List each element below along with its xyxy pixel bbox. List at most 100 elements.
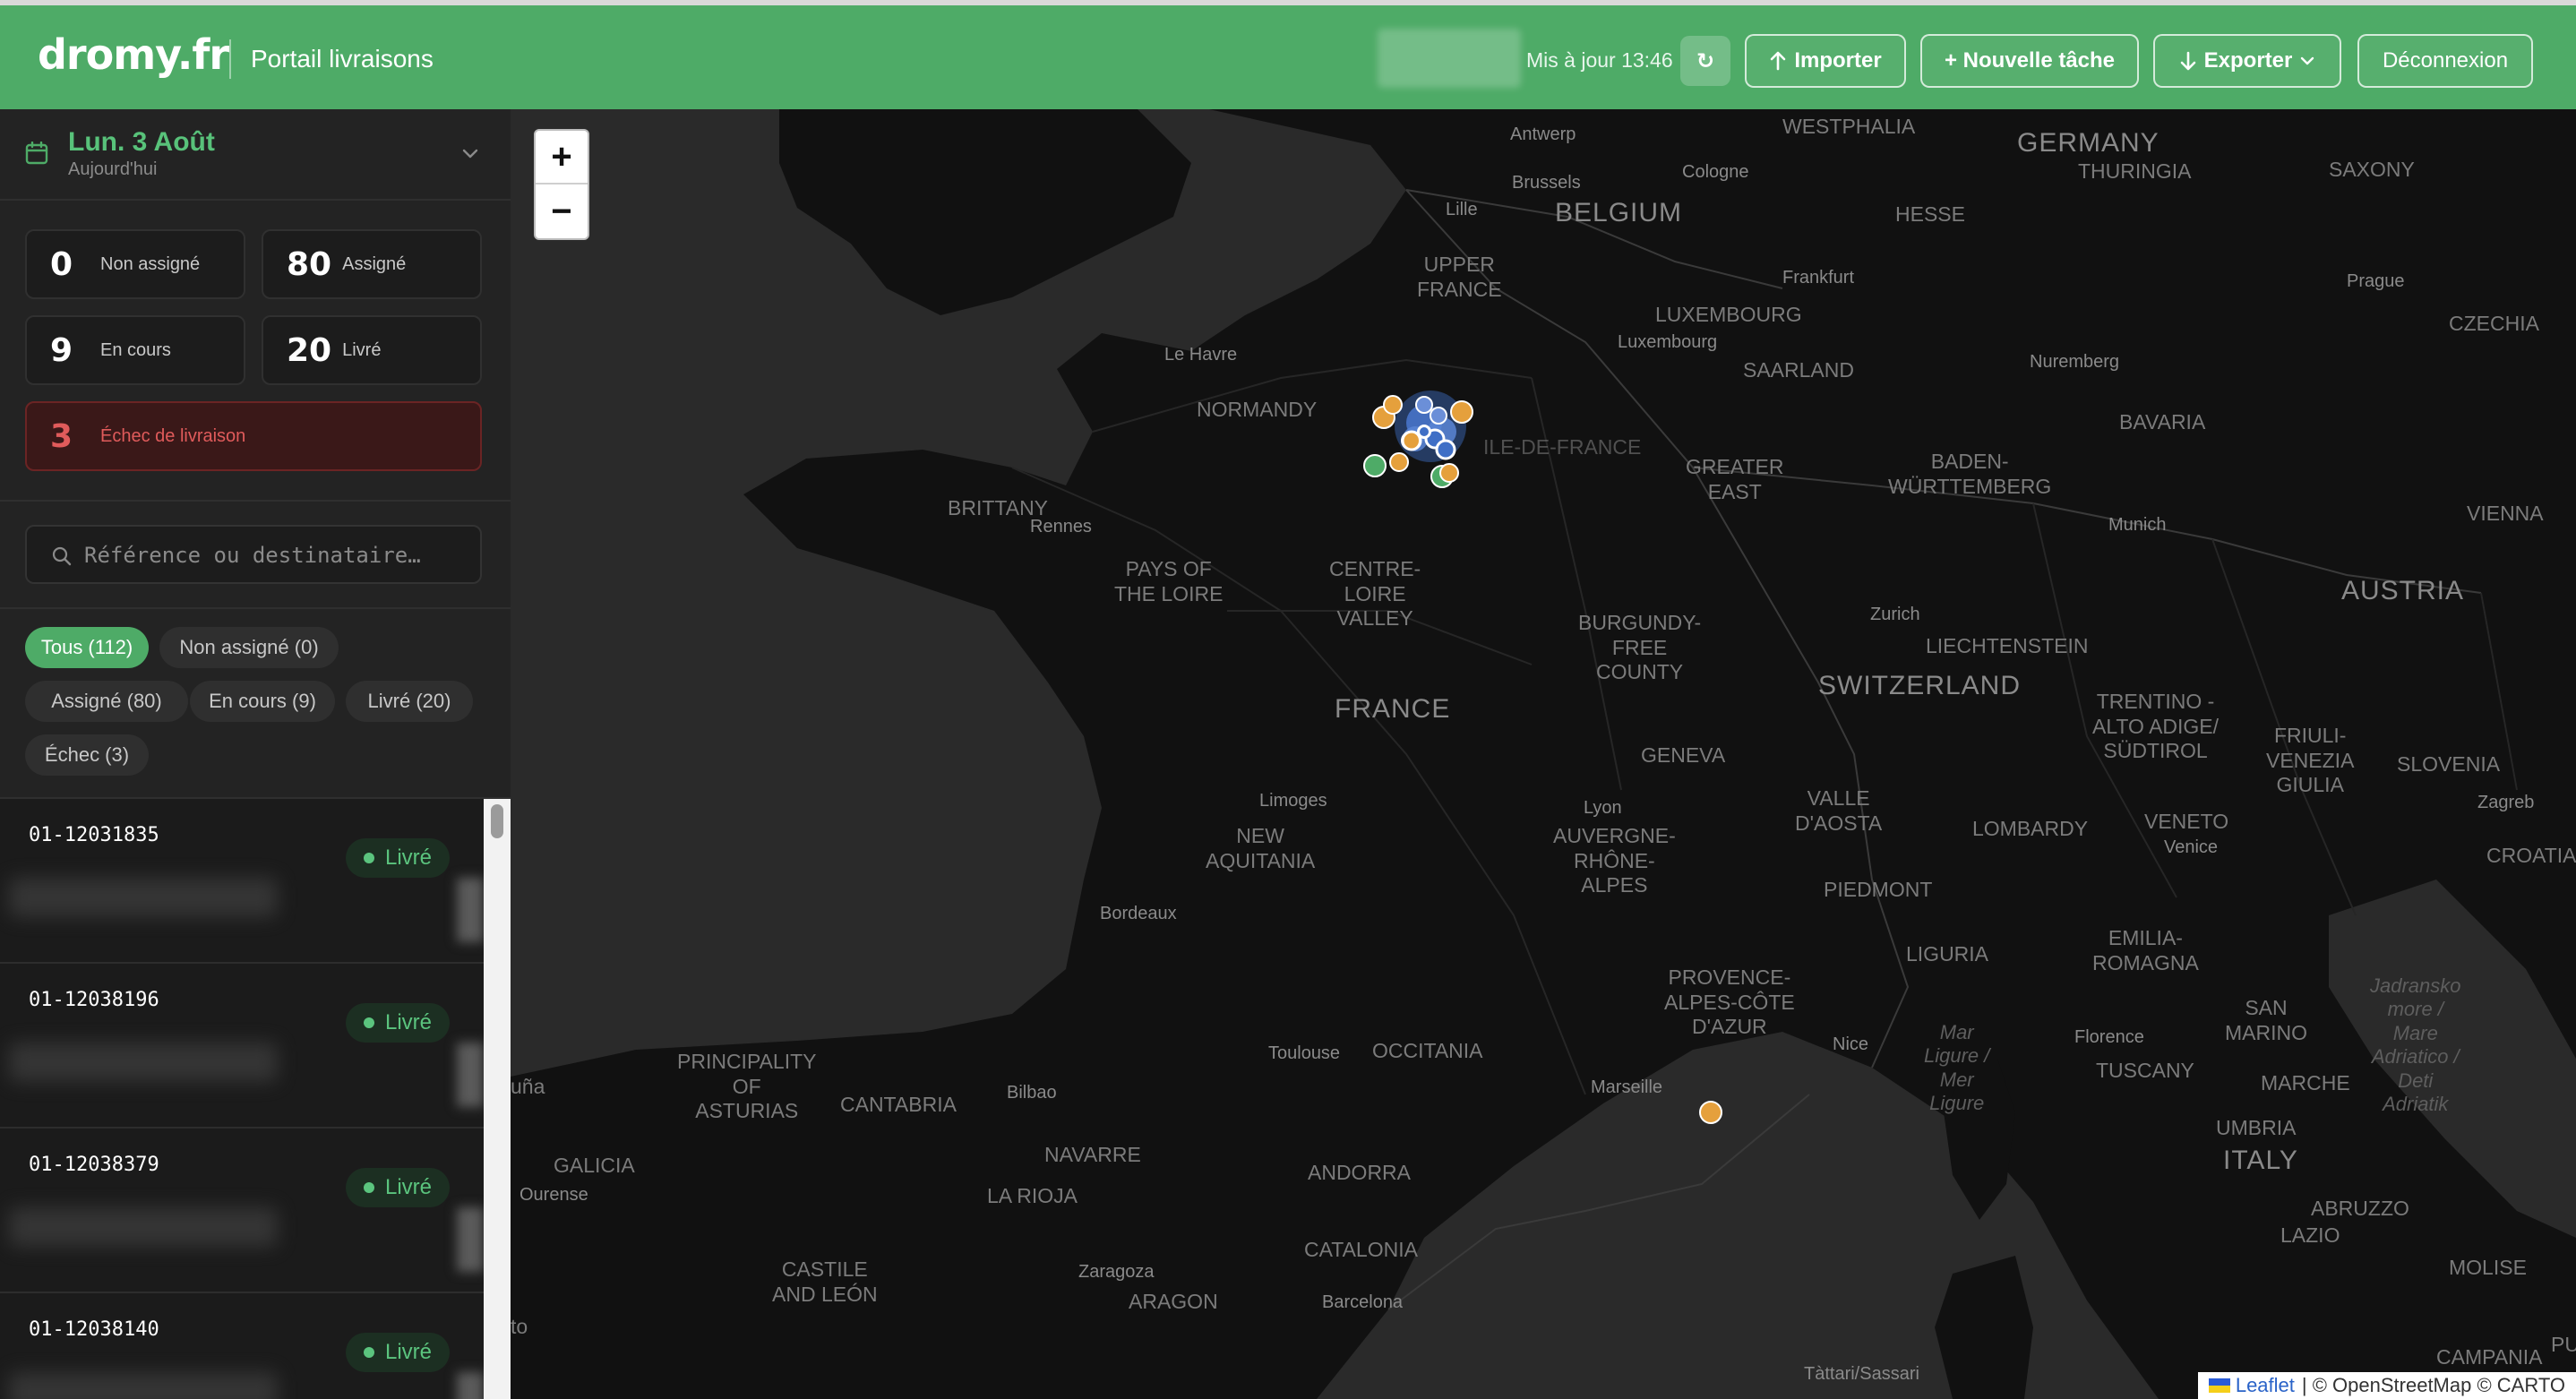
map-label: UPPER FRANCE <box>1417 253 1502 301</box>
map-label: LOMBARDY <box>1972 817 2089 840</box>
stat-in-progress[interactable]: 9 En cours <box>25 315 245 385</box>
map-label: MOLISE <box>2449 1256 2527 1279</box>
marker-marseille[interactable] <box>1699 1101 1722 1124</box>
zoom-in-button[interactable]: + <box>536 131 588 185</box>
export-button[interactable]: Exporter <box>2153 34 2341 88</box>
search-input[interactable] <box>84 534 469 577</box>
map-label: Cologne <box>1682 162 1749 182</box>
arrow-up-icon <box>1771 51 1786 71</box>
map-label: LA RIOJA <box>987 1184 1078 1207</box>
filter-in-progress[interactable]: En cours (9) <box>190 681 335 722</box>
scroll-thumb[interactable] <box>491 804 503 838</box>
filter-failed[interactable]: Échec (3) <box>25 734 149 776</box>
map-label: GENEVA <box>1641 743 1726 767</box>
marker[interactable] <box>1415 396 1433 414</box>
stat-value: 20 <box>287 331 332 369</box>
filter-assigned[interactable]: Assigné (80) <box>25 681 188 722</box>
map-label: Munich <box>2108 515 2167 535</box>
redacted-recipient <box>9 878 278 917</box>
redacted-side-info <box>457 1372 484 1399</box>
new-task-button[interactable]: + Nouvelle tâche <box>1920 34 2139 88</box>
zoom-out-button[interactable]: − <box>536 185 588 238</box>
filter-all[interactable]: Tous (112) <box>25 627 149 668</box>
stat-delivered[interactable]: 20 Livré <box>262 315 482 385</box>
map-label: UMBRIA <box>2216 1116 2297 1139</box>
marker[interactable] <box>1439 463 1459 483</box>
list-item[interactable]: 01-12031835 Livré <box>0 799 484 964</box>
map-label: ANDORRA <box>1308 1161 1412 1184</box>
refresh-icon: ↻ <box>1696 48 1715 73</box>
list-item[interactable]: 01-12038379 Livré <box>0 1129 484 1293</box>
map-label: Ourense <box>519 1185 588 1205</box>
stat-value: 0 <box>50 245 73 283</box>
map-label: BURGUNDY- FREE COUNTY <box>1578 611 1702 684</box>
stat-unassigned[interactable]: 0 Non assigné <box>25 229 245 299</box>
map-label: Limoges <box>1259 791 1327 811</box>
delivery-list: 01-12031835 Livré 01-12038196 Livré 01-1… <box>0 799 484 1399</box>
list-scrollbar[interactable] <box>484 799 511 1399</box>
map-attribution: Leaflet | © OpenStreetMap © CARTO <box>2197 1372 2576 1399</box>
map-label: Tàttari/Sassari <box>1804 1364 1919 1384</box>
export-button-label: Exporter <box>2203 48 2293 73</box>
leaflet-link[interactable]: Leaflet <box>2236 1374 2295 1397</box>
map-label: SAXONY <box>2329 158 2415 181</box>
redacted-side-info <box>457 878 484 942</box>
map-label: Zagreb <box>2477 793 2535 812</box>
map-label: SAARLAND <box>1743 358 1854 382</box>
status-label: Livré <box>384 1010 433 1034</box>
map-label: LIECHTENSTEIN <box>1926 634 2089 657</box>
filter-unassigned[interactable]: Non assigné (0) <box>159 627 339 668</box>
map-label: CENTRE- LOIRE VALLEY <box>1329 557 1421 631</box>
map-label: SLOVENIA <box>2397 752 2501 776</box>
import-button[interactable]: Importer <box>1745 34 1906 88</box>
stat-label: En cours <box>100 339 171 360</box>
divider <box>0 607 511 609</box>
map-label: BELGIUM <box>1555 198 1683 227</box>
map-label: AUSTRIA <box>2341 576 2465 605</box>
marker[interactable] <box>1450 400 1473 424</box>
marker[interactable] <box>1363 454 1387 477</box>
header-separator <box>229 39 231 79</box>
marker[interactable] <box>1383 395 1403 415</box>
map-label: Lyon <box>1584 798 1622 818</box>
list-item[interactable]: 01-12038196 Livré <box>0 964 484 1129</box>
map-label: CAMPANIA <box>2436 1345 2543 1369</box>
map-label: GERMANY <box>2017 128 2160 158</box>
map-label: EMILIA- ROMAGNA <box>2092 926 2199 974</box>
map-label: PIEDMONT <box>1824 878 1933 901</box>
status-label: Livré <box>384 1340 433 1364</box>
status-label: Livré <box>384 1175 433 1199</box>
delivery-reference: 01-12038379 <box>29 1154 159 1176</box>
map-label: NEW AQUITANIA <box>1206 824 1316 872</box>
map-label: Florence <box>2074 1027 2144 1047</box>
marker[interactable] <box>1389 452 1409 472</box>
ukraine-flag-icon <box>2208 1378 2230 1393</box>
delivery-reference: 01-12038196 <box>29 989 159 1011</box>
logout-button[interactable]: Déconnexion <box>2357 34 2533 88</box>
marker[interactable] <box>1420 427 1429 436</box>
map-label: BADEN- WÜRTTEMBERG <box>1888 450 2052 498</box>
map-label: LIGURIA <box>1906 942 1989 966</box>
stat-failed[interactable]: 3 Échec de livraison <box>25 401 482 471</box>
map[interactable]: + − WESTPHALIA GERMANY THURINGIA SAXONY … <box>511 109 2576 1399</box>
stat-assigned[interactable]: 80 Assigné <box>262 229 482 299</box>
list-item[interactable]: 01-12038140 Livré <box>0 1293 484 1399</box>
map-label: PRINCIPALITY OF ASTURIAS <box>677 1050 817 1123</box>
map-label: WESTPHALIA <box>1782 115 1916 138</box>
date-selector[interactable]: Lun. 3 Août Aujourd'hui <box>0 109 511 201</box>
stat-value: 3 <box>50 417 73 455</box>
filter-delivered[interactable]: Livré (20) <box>346 681 473 722</box>
redacted-recipient <box>9 1207 278 1247</box>
marker[interactable] <box>1435 439 1456 460</box>
import-button-label: Importer <box>1794 48 1882 73</box>
status-dot-icon <box>363 1017 374 1028</box>
map-label: THURINGIA <box>2078 159 2192 183</box>
calendar-icon <box>25 142 48 165</box>
map-label: Nice <box>1833 1034 1869 1054</box>
status-dot-icon <box>363 1347 374 1358</box>
map-label: Venice <box>2164 837 2219 857</box>
refresh-button[interactable]: ↻ <box>1680 36 1730 86</box>
map-label: CZECHIA <box>2449 312 2539 335</box>
marker[interactable] <box>1430 407 1447 425</box>
map-label: Luxembourg <box>1618 332 1718 352</box>
